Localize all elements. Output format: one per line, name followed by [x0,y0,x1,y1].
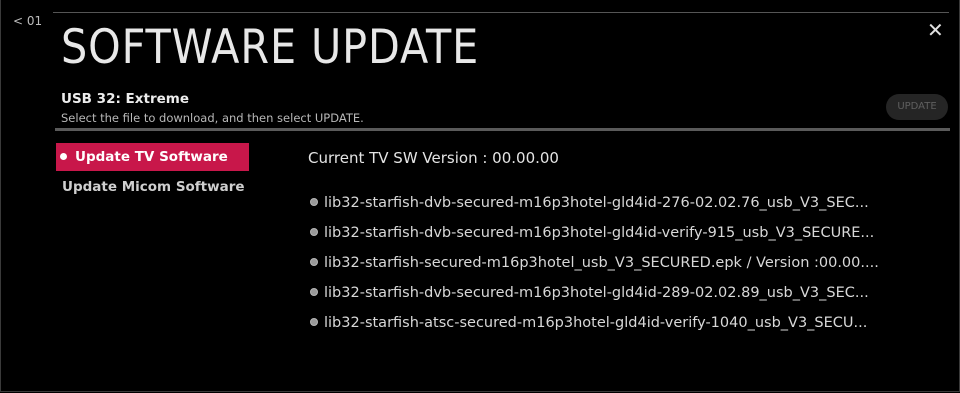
file-option[interactable]: lib32-starfish-secured-m16p3hotel_usb_V3… [310,253,879,273]
file-name: lib32-starfish-dvb-secured-m16p3hotel-gl… [324,285,869,301]
selected-dot-icon [60,153,67,160]
header-divider [55,128,950,131]
radio-icon [310,228,318,236]
software-update-screen: < 01 SOFTWARE UPDATE ✕ USB 32: Extreme S… [0,0,960,392]
close-icon[interactable]: ✕ [927,20,944,40]
back-button[interactable]: < 01 [13,14,42,28]
file-name: lib32-starfish-dvb-secured-m16p3hotel-gl… [324,225,875,241]
radio-icon [310,288,318,296]
file-name: lib32-starfish-secured-m16p3hotel_usb_V3… [324,255,879,271]
menu-item-update-tv-software[interactable]: Update TV Software [56,143,249,171]
menu-item-label: Update TV Software [75,149,228,165]
device-name: USB 32: Extreme [61,91,189,107]
file-name: lib32-starfish-dvb-secured-m16p3hotel-gl… [324,195,869,211]
file-name: lib32-starfish-atsc-secured-m16p3hotel-g… [324,315,868,331]
top-divider [53,12,949,13]
instruction-text: Select the file to download, and then se… [61,111,364,125]
radio-icon [310,198,318,206]
file-option[interactable]: lib32-starfish-atsc-secured-m16p3hotel-g… [310,313,867,333]
menu-item-update-micom-software[interactable]: Update Micom Software [56,173,249,201]
file-option[interactable]: lib32-starfish-dvb-secured-m16p3hotel-gl… [310,223,874,243]
file-option[interactable]: lib32-starfish-dvb-secured-m16p3hotel-gl… [310,283,869,303]
current-version-text: Current TV SW Version : 00.00.00 [308,149,559,167]
radio-icon [310,318,318,326]
radio-icon [310,258,318,266]
page-title: SOFTWARE UPDATE [61,20,480,75]
menu-item-label: Update Micom Software [62,179,245,195]
update-button[interactable]: UPDATE [886,94,948,120]
file-option[interactable]: lib32-starfish-dvb-secured-m16p3hotel-gl… [310,193,869,213]
